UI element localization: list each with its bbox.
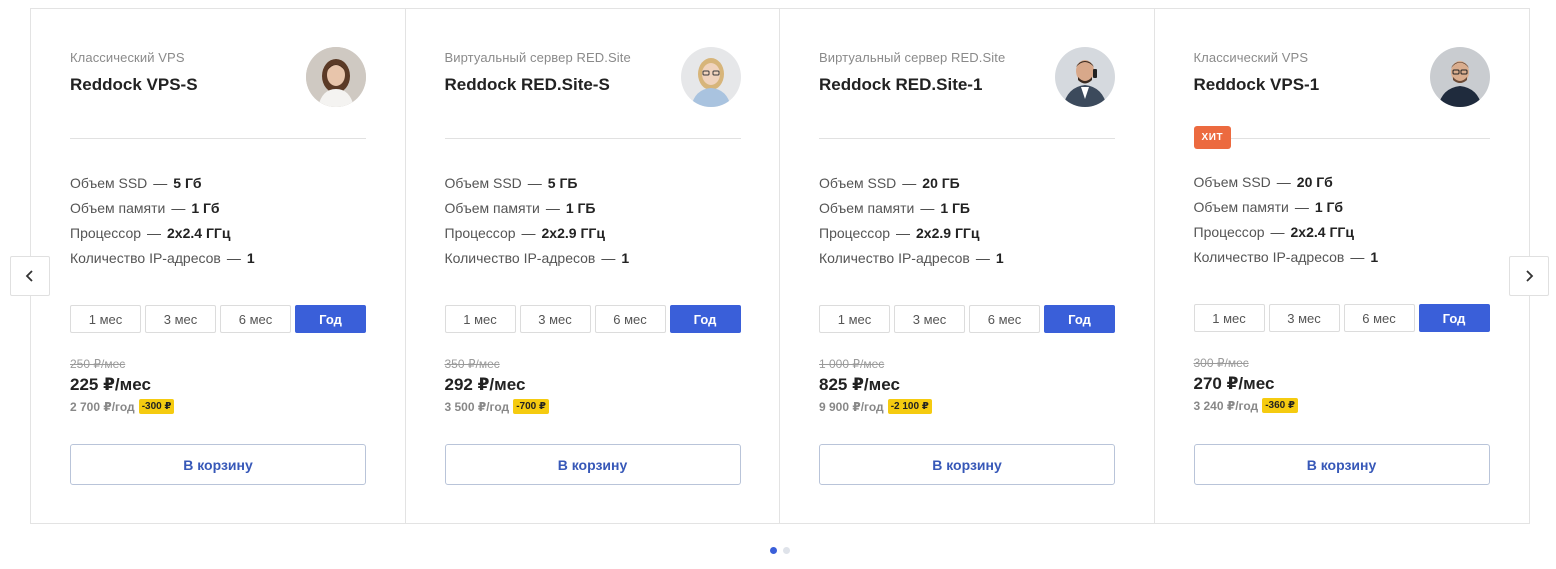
year-price-row: 3 500 ₽/год -700 ₽ [445, 399, 549, 414]
period-year-button[interactable]: Год [669, 305, 741, 333]
old-price: 300 ₽/мес [1193, 356, 1249, 370]
avatar [306, 47, 366, 107]
discount-badge: -300 ₽ [138, 399, 175, 414]
pagination-dot[interactable] [770, 547, 777, 554]
price: 825 ₽/мес [819, 375, 900, 394]
avatar [680, 47, 741, 107]
tariff-category: Виртуальный сервер RED.Site [819, 50, 1006, 65]
woman-blonde-glasses-avatar-icon [680, 47, 741, 107]
spec-ip: Количество IP-адресов —1 [819, 250, 1004, 266]
add-to-cart-button[interactable]: В корзину [819, 444, 1115, 485]
period-6m-button[interactable]: 6 мес [969, 305, 1040, 333]
period-1m-button[interactable]: 1 мес [1193, 304, 1265, 332]
carousel-pagination [770, 547, 790, 554]
carousel-next-button[interactable] [1509, 256, 1549, 296]
chevron-left-icon [25, 270, 33, 282]
period-year-button[interactable]: Год [295, 305, 366, 333]
tariff-card: Классический VPS Reddock VPS-S Объем SSD… [31, 9, 406, 523]
period-selector: 1 мес 3 мес 6 мес Год [444, 305, 741, 333]
period-6m-button[interactable]: 6 мес [1343, 304, 1415, 332]
spec-ip: Количество IP-адресов —1 [70, 250, 255, 266]
tariff-category: Классический VPS [70, 50, 185, 65]
avatar [1429, 47, 1490, 107]
chevron-right-icon [1526, 270, 1534, 282]
year-price: 9 900 ₽/год [819, 399, 884, 414]
year-price-row: 3 240 ₽/год -360 ₽ [1194, 398, 1298, 413]
period-year-button[interactable]: Год [1044, 305, 1115, 333]
year-price: 3 500 ₽/год [444, 399, 510, 414]
spec-ssd: Объем SSD —5 ГБ [444, 175, 578, 191]
add-to-cart-button[interactable]: В корзину [70, 444, 366, 485]
spec-ssd: Объем SSD —5 Гб [70, 175, 202, 191]
old-price: 350 ₽/мес [444, 357, 500, 371]
discount-badge: -2 100 ₽ [887, 399, 932, 414]
spec-ip: Количество IP-адресов —1 [1193, 249, 1379, 265]
year-price: 2 700 ₽/год [70, 399, 135, 414]
discount-badge: -360 ₽ [1262, 398, 1298, 413]
spec-memory: Объем памяти —1 Гб [70, 200, 220, 216]
add-to-cart-button[interactable]: В корзину [1193, 444, 1490, 485]
spec-cpu: Процессор —2x2.4 ГГц [70, 225, 231, 241]
period-3m-button[interactable]: 3 мес [519, 305, 591, 333]
year-price: 3 240 ₽/год [1193, 398, 1259, 413]
divider [819, 138, 1115, 139]
period-selector: 1 мес 3 мес 6 мес Год [70, 305, 366, 333]
specs-list: Объем SSD —5 Гб Объем памяти —1 Гб Процесс… [70, 173, 255, 273]
period-6m-button[interactable]: 6 мес [594, 305, 666, 333]
period-1m-button[interactable]: 1 мес [819, 305, 890, 333]
spec-ssd: Объем SSD —20 ГБ [819, 175, 960, 191]
price: 225 ₽/мес [70, 375, 151, 394]
tariff-category: Виртуальный сервер RED.Site [444, 50, 631, 65]
year-price-row: 2 700 ₽/год -300 ₽ [70, 399, 175, 414]
carousel-prev-button[interactable] [10, 256, 50, 296]
specs-list: Объем SSD —5 ГБ Объем памяти —1 ГБ Процесс… [445, 173, 630, 273]
price: 270 ₽/мес [1193, 374, 1275, 393]
old-price: 250 ₽/мес [70, 357, 126, 371]
price: 292 ₽/мес [444, 375, 526, 394]
specs-list: Объем SSD —20 Гб Объем памяти —1 Гб Процес… [1194, 172, 1379, 272]
period-3m-button[interactable]: 3 мес [1268, 304, 1340, 332]
specs-list: Объем SSD —20 ГБ Объем памяти —1 ГБ Процес… [819, 173, 1004, 273]
divider [444, 138, 741, 139]
add-to-cart-button[interactable]: В корзину [444, 444, 741, 485]
hit-badge: ХИТ [1193, 126, 1232, 149]
man-glasses-dark-sweater-avatar-icon [1429, 47, 1490, 107]
period-year-button[interactable]: Год [1418, 304, 1490, 332]
tariff-category: Классический VPS [1193, 50, 1309, 65]
tariff-card: Виртуальный сервер RED.Site Reddock RED.… [780, 9, 1155, 523]
period-6m-button[interactable]: 6 мес [220, 305, 291, 333]
period-3m-button[interactable]: 3 мес [894, 305, 965, 333]
period-3m-button[interactable]: 3 мес [145, 305, 216, 333]
spec-cpu: Процессор —2x2.4 ГГц [1193, 224, 1354, 240]
spec-cpu: Процессор —2x2.9 ГГц [444, 225, 605, 241]
old-price: 1 000 ₽/мес [819, 357, 885, 371]
spec-memory: Объем памяти —1 ГБ [444, 200, 596, 216]
divider [1193, 138, 1490, 139]
man-suit-phone-avatar-icon [1055, 47, 1115, 107]
period-1m-button[interactable]: 1 мес [70, 305, 141, 333]
spec-ip: Количество IP-адресов —1 [444, 250, 630, 266]
tariff-name: Reddock VPS-1 [1193, 75, 1320, 94]
tariff-card: Виртуальный сервер RED.Site Reddock RED.… [406, 9, 780, 523]
woman-brown-hair-avatar-icon [306, 47, 366, 107]
period-selector: 1 мес 3 мес 6 мес Год [1193, 304, 1490, 332]
spec-memory: Объем памяти —1 Гб [1193, 199, 1344, 215]
tariff-carousel: Классический VPS Reddock VPS-S Объем SSD… [30, 8, 1530, 524]
avatar [1055, 47, 1115, 107]
spec-cpu: Процессор —2x2.9 ГГц [819, 225, 980, 241]
period-selector: 1 мес 3 мес 6 мес Год [819, 305, 1115, 333]
spec-memory: Объем памяти —1 ГБ [819, 200, 970, 216]
spec-ssd: Объем SSD —20 Гб [1193, 174, 1333, 190]
tariff-name: Reddock RED.Site-S [444, 75, 610, 94]
tariff-name: Reddock VPS-S [70, 75, 198, 94]
tariff-card: Классический VPS Reddock VPS-1 ХИТ Объем… [1155, 9, 1530, 523]
year-price-row: 9 900 ₽/год -2 100 ₽ [819, 399, 932, 414]
divider [70, 138, 366, 139]
discount-badge: -700 ₽ [513, 399, 549, 414]
tariff-name: Reddock RED.Site-1 [819, 75, 983, 94]
pagination-dot[interactable] [783, 547, 790, 554]
period-1m-button[interactable]: 1 мес [444, 305, 516, 333]
